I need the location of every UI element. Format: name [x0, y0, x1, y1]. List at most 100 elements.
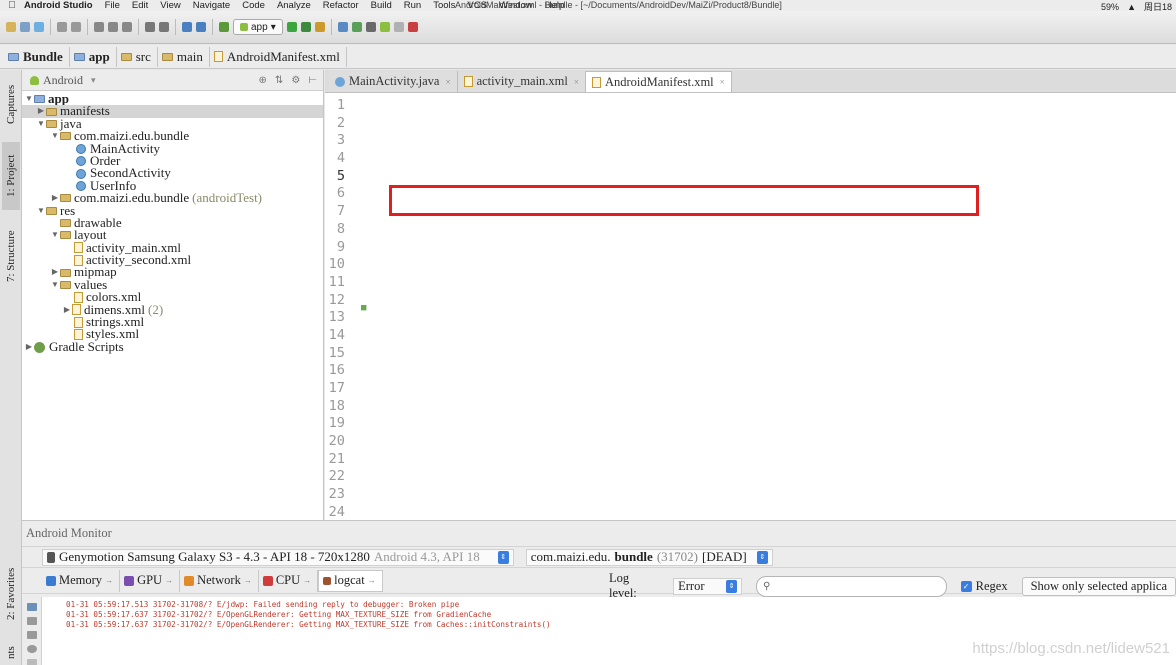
pin-icon[interactable]: →	[105, 576, 113, 585]
tree-item-values[interactable]: ▼ values	[22, 278, 323, 291]
expand-arrow-icon[interactable]: ▼	[50, 229, 60, 241]
apple-icon[interactable]: 	[0, 0, 24, 11]
menu-analyze[interactable]: Analyze	[277, 0, 311, 11]
build-variants-tab[interactable]: nts	[2, 642, 20, 664]
tab-network[interactable]: Network →	[180, 569, 259, 592]
menu-view[interactable]: View	[160, 0, 180, 11]
menu-file[interactable]: File	[105, 0, 120, 11]
tree-item-strings[interactable]: strings.xml	[22, 315, 323, 328]
expand-arrow-icon[interactable]: ▼	[36, 205, 46, 217]
chevron-updown-icon[interactable]: ⇕	[726, 579, 738, 593]
close-icon[interactable]: ×	[720, 77, 725, 87]
favorites-tab[interactable]: 2: Favorites	[2, 556, 20, 632]
expand-arrow-icon[interactable]: ▶	[36, 105, 46, 117]
forward-icon[interactable]	[196, 22, 206, 32]
cut-icon[interactable]	[94, 22, 104, 32]
paste-icon[interactable]	[122, 22, 132, 32]
menu-code[interactable]: Code	[242, 0, 265, 11]
tree-item-drawable[interactable]: drawable	[22, 216, 323, 229]
project-structure-icon[interactable]	[365, 22, 376, 32]
up-arrow-icon[interactable]	[26, 659, 37, 665]
breadcrumb-app[interactable]: app	[70, 46, 117, 67]
log-level-select[interactable]: Error ⇕	[673, 577, 743, 595]
print-icon[interactable]	[26, 631, 37, 639]
project-tab[interactable]: 1: Project	[2, 142, 20, 210]
project-view-select[interactable]: Android	[43, 73, 83, 88]
pin-icon[interactable]: →	[368, 576, 376, 585]
tree-item-mainactivity[interactable]: MainActivity	[22, 141, 323, 155]
menu-build[interactable]: Build	[371, 0, 392, 11]
android-device-monitor-icon[interactable]	[379, 22, 390, 32]
attach-debugger-icon[interactable]	[314, 22, 325, 32]
menu-tools[interactable]: Tools	[433, 0, 455, 11]
tab-activity-main-xml[interactable]: activity_main.xml ×	[457, 71, 586, 92]
menu-run[interactable]: Run	[404, 0, 421, 11]
tab-logcat[interactable]: logcat →	[318, 569, 383, 592]
regex-checkbox[interactable]: ✓ Regex	[960, 579, 1008, 594]
sdk-manager-icon[interactable]	[351, 22, 362, 32]
scroll-to-end-icon[interactable]	[26, 617, 37, 625]
save-icon[interactable]	[20, 22, 30, 32]
tab-gpu[interactable]: GPU →	[120, 569, 181, 592]
menu-refactor[interactable]: Refactor	[323, 0, 359, 11]
structure-tab[interactable]: 7: Structure	[2, 218, 20, 294]
tab-cpu[interactable]: CPU →	[259, 569, 319, 592]
chevron-updown-icon[interactable]: ⇕	[497, 550, 509, 564]
tab-memory[interactable]: Memory →	[42, 569, 121, 592]
expand-arrow-icon[interactable]: ▼	[24, 93, 34, 105]
wifi-icon[interactable]: ▲	[1127, 2, 1136, 12]
breadcrumb-src[interactable]: src	[117, 46, 158, 67]
copy-icon[interactable]	[108, 22, 118, 32]
device-select[interactable]: Genymotion Samsung Galaxy S3 - 4.3 - API…	[42, 548, 514, 566]
close-icon[interactable]: ×	[446, 77, 451, 87]
expand-arrow-icon[interactable]: ▶	[50, 192, 60, 204]
tree-item-dimens[interactable]: ▶ dimens.xml (2)	[22, 302, 323, 316]
find-icon[interactable]	[145, 22, 155, 32]
scroll-from-source-icon[interactable]: ⊕	[259, 75, 267, 86]
tree-item-order[interactable]: Order	[22, 154, 323, 167]
tree-item-mipmap[interactable]: ▶ mipmap	[22, 265, 323, 278]
menu-navigate[interactable]: Navigate	[193, 0, 231, 11]
launcher-icon-gutter-marker[interactable]: ■	[361, 303, 366, 313]
tab-mainactivity-java[interactable]: MainActivity.java ×	[329, 71, 458, 92]
expand-arrow-icon[interactable]: ▶	[24, 341, 34, 353]
back-icon[interactable]	[182, 22, 192, 32]
collapse-all-icon[interactable]: ⇅	[275, 75, 283, 86]
chevron-down-icon[interactable]: ▾	[91, 75, 96, 86]
process-select[interactable]: com.maizi.edu. bundle (31702) [DEAD] ⇕	[525, 548, 773, 566]
tree-item-gradle-scripts[interactable]: ▶ Gradle Scripts	[22, 340, 323, 353]
tree-item-colors[interactable]: colors.xml	[22, 290, 323, 303]
make-project-icon[interactable]	[219, 22, 229, 32]
log-search-input[interactable]: ⚲	[756, 575, 947, 597]
undo-icon[interactable]	[57, 22, 67, 32]
show-only-selected-select[interactable]: Show only selected applica	[1021, 576, 1176, 596]
expand-arrow-icon[interactable]: ▼	[50, 130, 60, 142]
avd-manager-icon[interactable]	[337, 22, 348, 32]
breadcrumb-bundle[interactable]: Bundle	[4, 46, 70, 67]
pin-icon[interactable]: →	[244, 576, 252, 585]
chevron-updown-icon[interactable]: ⇕	[756, 550, 768, 564]
breadcrumb-main[interactable]: main	[158, 46, 210, 67]
redo-icon[interactable]	[71, 22, 81, 32]
captures-tab[interactable]: Captures	[2, 76, 20, 132]
pin-icon[interactable]: →	[303, 576, 311, 585]
expand-arrow-icon[interactable]: ▼	[50, 279, 60, 291]
tree-item-secondactivity[interactable]: SecondActivity	[22, 166, 323, 180]
debug-icon[interactable]	[300, 22, 311, 32]
sync-icon[interactable]	[34, 22, 44, 32]
expand-arrow-icon[interactable]: ▶	[62, 304, 72, 316]
app-name-menu[interactable]: Android Studio	[24, 0, 93, 11]
tab-androidmanifest-xml[interactable]: AndroidManifest.xml ×	[585, 71, 732, 92]
breadcrumb-manifest[interactable]: AndroidManifest.xml	[210, 46, 347, 67]
menu-edit[interactable]: Edit	[132, 0, 148, 11]
restart-icon[interactable]	[26, 645, 37, 653]
open-folder-icon[interactable]	[6, 22, 16, 32]
code-area[interactable]: 1 2 3 4 5 6 7 8 9 10 11 12 13 14 15 16 1…	[325, 93, 1176, 520]
replace-icon[interactable]	[159, 22, 169, 32]
tree-item-activity-second[interactable]: activity_second.xml	[22, 253, 323, 266]
hide-panel-icon[interactable]: ⊢	[308, 75, 317, 86]
expand-arrow-icon[interactable]: ▶	[50, 266, 60, 278]
pin-icon[interactable]: →	[165, 576, 173, 585]
help-icon[interactable]	[393, 22, 404, 32]
tree-item-res[interactable]: ▼ res	[22, 203, 323, 217]
